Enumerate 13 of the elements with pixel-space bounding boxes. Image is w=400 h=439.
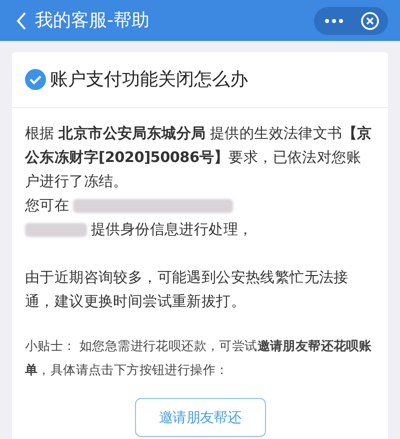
- redaction-blur: [25, 223, 87, 237]
- card-title: 账户支付功能关闭怎么办: [50, 68, 248, 92]
- tip-paragraph: 小贴士： 如您急需进行花呗还款，可尝试邀请朋友帮还花呗账单，具体请点击下方按钮进行操作：: [25, 337, 373, 379]
- window-title: 我的客服-帮助: [35, 9, 150, 33]
- back-icon[interactable]: [16, 12, 27, 30]
- body-paragraph: 根据 北京市公安局东城分局 提供的生效法律文书【京公东冻财字[2020]50086号】要求，已依法对您账户进行了冻结。: [25, 124, 373, 192]
- check-icon: [25, 69, 46, 90]
- invite-button[interactable]: 邀请朋友帮还: [134, 398, 266, 437]
- more-icon[interactable]: [325, 18, 343, 22]
- body-text: 提供身份信息进行处理，: [91, 221, 253, 240]
- body-text: 您可在: [25, 197, 70, 216]
- close-icon[interactable]: [361, 12, 379, 30]
- body-paragraph: 由于近期咨询较多，可能遇到公安热线繁忙无法接通，建议更换时间尝试重新拔打。: [25, 268, 350, 312]
